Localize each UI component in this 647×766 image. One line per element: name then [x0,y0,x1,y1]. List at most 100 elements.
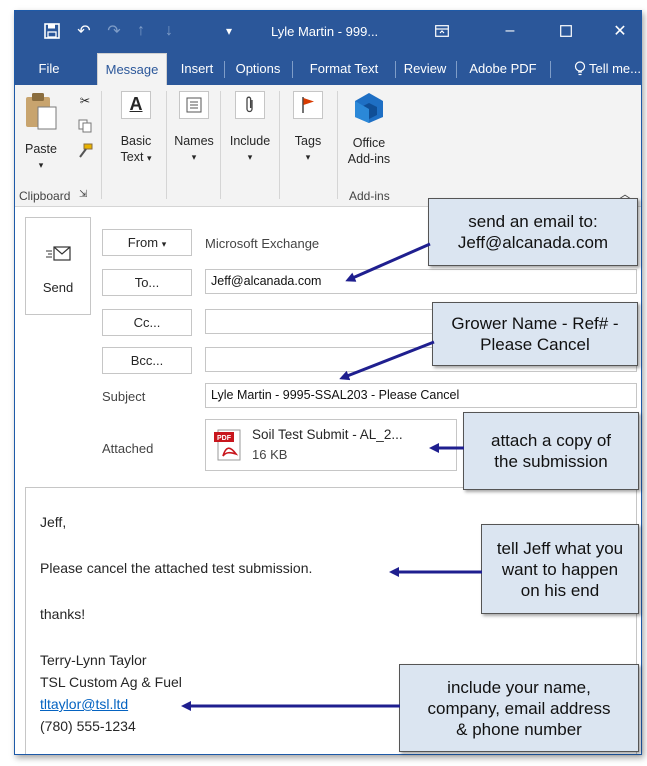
pdf-badge-text: PDF [217,435,232,442]
chevron-down-icon: ▾ [161,239,167,249]
callout-text: tell Jeff what you [496,538,624,558]
tab-file[interactable]: File [29,53,69,85]
tags-label: Tags [294,134,322,148]
body-line: thanks! [40,606,86,622]
window-title: Lyle Martin - 999... [271,24,379,39]
chevron-down-icon: ▾ [247,152,253,162]
office-addins-icon [355,93,383,123]
bcc-button[interactable]: Bcc... [102,347,192,374]
maximize-icon[interactable] [551,17,581,45]
close-icon[interactable]: ✕ [605,17,635,45]
callout-text: company, email address [427,698,611,718]
font-color-icon: A [121,91,151,119]
basic-text-label: Basic [120,134,152,148]
tab-separator [395,61,396,78]
callout-text: send an email to: [468,212,598,231]
paste-label: Paste [25,142,57,156]
send-label: Send [42,280,74,295]
chevron-down-icon: ▾ [38,160,44,170]
ribbon-separator [166,91,167,199]
customize-quick-access-icon[interactable]: ▾ [221,20,237,42]
paperclip-icon [235,91,265,119]
group-addins-label: Add-ins [349,189,390,203]
tab-adobe-pdf[interactable]: Adobe PDF [459,53,547,85]
arrow-down-icon[interactable]: ↓ [159,20,179,42]
subject-field[interactable]: Lyle Martin - 9995-SSAL203 - Please Canc… [205,383,637,408]
callout-subject: Grower Name - Ref# - Please Cancel [432,302,638,366]
include-button[interactable]: Include ▾ [223,91,277,187]
signature-company: TSL Custom Ag & Fuel [40,674,182,690]
attached-label: Attached [102,441,154,456]
ribbon: Paste ▾ ✂ A Basic Text ▾ Names ▾ Include… [15,85,641,207]
callout-attach: attach a copy of the submission [463,412,639,490]
from-button[interactable]: From ▾ [102,229,192,256]
from-label: From [127,235,159,250]
office-addins-label: Add-ins [347,152,391,166]
tab-format-text[interactable]: Format Text [295,53,393,85]
include-label: Include [229,134,271,148]
callout-text: on his end [520,580,600,600]
callout-text: Grower Name - Ref# - [451,314,619,333]
undo-icon[interactable]: ↶ [73,20,95,42]
save-icon[interactable] [41,20,63,42]
copy-icon[interactable] [75,119,95,137]
address-book-icon [179,91,209,119]
attachment-size: 16 KB [252,447,288,462]
subject-label: Subject [102,389,146,404]
tab-message[interactable]: Message [97,53,167,85]
tab-separator [292,61,293,78]
group-clipboard-label: Clipboard [19,189,71,203]
redo-icon[interactable]: ↷ [103,20,125,42]
ribbon-separator [220,91,221,199]
callout-send-to: send an email to: Jeff@alcanada.com [428,198,638,266]
tab-separator [550,61,551,78]
basic-text-button[interactable]: A Basic Text ▾ [109,91,163,187]
send-icon [46,244,72,267]
title-bar: ↶ ↷ ↑ ↓ ▾ Lyle Martin - 999... – ✕ [15,11,641,53]
signature-email-link[interactable]: tltaylor@tsl.ltd [40,696,128,712]
callout-text: want to happen [501,559,619,579]
tags-button[interactable]: Tags ▾ [283,91,333,187]
chevron-down-icon: ▾ [305,152,311,162]
paste-button[interactable]: Paste ▾ [19,91,63,187]
callout-signature: include your name, company, email address… [399,664,639,752]
ribbon-display-options-icon[interactable] [427,17,457,45]
ribbon-separator [337,91,338,199]
body-line: Please cancel the attached test submissi… [40,560,313,576]
tab-insert[interactable]: Insert [173,53,221,85]
dialog-launcher-icon[interactable]: ⇲ [79,189,87,200]
to-field[interactable]: Jeff@alcanada.com [205,269,637,294]
signature-name: Terry-Lynn Taylor [40,652,147,668]
ribbon-separator [279,91,280,199]
tab-tell-me[interactable]: Tell me... [587,53,641,85]
office-addins-label: Office [352,136,386,150]
arrow-up-icon[interactable]: ↑ [131,20,151,42]
body-greeting: Jeff, [40,514,67,530]
cc-button[interactable]: Cc... [102,309,192,336]
pdf-icon: PDF [214,428,244,465]
format-painter-icon[interactable] [75,143,95,163]
attachment-item[interactable]: PDF Soil Test Submit - AL_2... 16 KB [205,419,457,471]
tab-review[interactable]: Review [397,53,453,85]
minimize-icon[interactable]: – [495,17,525,45]
office-addins-button[interactable]: Office Add-ins [341,91,397,187]
from-value: Microsoft Exchange [205,236,320,251]
flag-icon [293,91,323,119]
tab-options[interactable]: Options [227,53,289,85]
cut-icon[interactable]: ✂ [75,93,95,109]
callout-message: tell Jeff what you want to happen on his e… [481,524,639,614]
callout-text: Please Cancel [480,335,590,354]
chevron-down-icon: ▾ [146,153,152,163]
ribbon-tabs: File Message Insert Options Format Text … [15,53,641,85]
paste-icon [26,93,57,130]
tab-separator [456,61,457,78]
callout-text: attach a copy of [490,431,612,450]
callout-text: & phone number [456,719,582,739]
outlook-compose-window: ↶ ↷ ↑ ↓ ▾ Lyle Martin - 999... – ✕ File … [14,10,642,755]
callout-text: the submission [494,452,608,471]
names-label: Names [174,134,214,148]
basic-text-label: Text [120,150,144,164]
names-button[interactable]: Names ▾ [169,91,219,187]
send-button[interactable]: Send [25,217,91,315]
to-button[interactable]: To... [102,269,192,296]
